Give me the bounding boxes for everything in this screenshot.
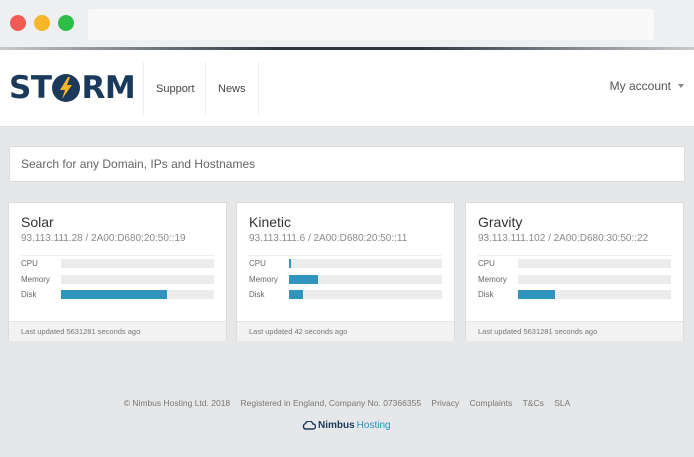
usage-bar	[61, 290, 214, 300]
server-card[interactable]: Kinetic93.113.111.6 / 2A00:D680:20:50::1…	[236, 202, 455, 341]
server-name: Solar	[21, 214, 54, 230]
server-ip-addresses: 93.113.111.6 / 2A00:D680:20:50::11	[249, 233, 442, 256]
search-placeholder: Search for any Domain, IPs and Hostnames	[21, 157, 256, 171]
maximize-window-button[interactable]	[58, 15, 74, 31]
nimbus-hosting-logo[interactable]: Nimbus Hosting	[302, 420, 391, 431]
metric-label: Disk	[478, 290, 494, 300]
address-bar[interactable]	[88, 9, 654, 40]
metric-row: Disk	[478, 287, 671, 303]
usage-bar	[518, 274, 671, 284]
close-window-button[interactable]	[10, 15, 26, 31]
lightning-bolt-icon	[52, 74, 81, 102]
metric-label: Memory	[21, 274, 50, 284]
metric-row: CPU	[478, 256, 671, 272]
usage-bar	[518, 290, 671, 300]
chevron-down-icon	[678, 84, 684, 88]
metric-row: Disk	[21, 287, 214, 303]
cloud-icon	[302, 421, 316, 430]
server-card[interactable]: Solar93.113.111.28 / 2A00:D680:20:50::19…	[8, 202, 227, 341]
account-label: My account	[609, 79, 671, 93]
server-ip-addresses: 93.113.111.102 / 2A00:D680:30:50::22	[478, 233, 671, 256]
metric-label: Disk	[249, 290, 265, 300]
footer-links: © Nimbus Hosting Ltd. 2018 Registered in…	[0, 398, 694, 408]
usage-bar	[61, 274, 214, 284]
nav-support-link[interactable]: Support	[143, 62, 207, 115]
usage-bar	[289, 290, 442, 300]
last-updated-text: Last updated 42 seconds ago	[237, 321, 454, 341]
browser-chrome	[0, 0, 694, 47]
usage-bar-fill	[289, 290, 303, 300]
last-updated-text: Last updated 5631281 seconds ago	[466, 321, 683, 341]
metric-label: Memory	[478, 274, 507, 284]
server-name: Gravity	[478, 214, 523, 230]
usage-bar-fill	[61, 290, 167, 300]
footer-link-complaints[interactable]: Complaints	[470, 398, 513, 408]
metric-label: Disk	[21, 290, 37, 300]
usage-bar	[61, 259, 214, 269]
metric-row: Memory	[249, 272, 442, 288]
storm-logo[interactable]: ST RM	[9, 70, 136, 106]
metric-row: Disk	[249, 287, 442, 303]
minimize-window-button[interactable]	[34, 15, 50, 31]
metric-row: Memory	[478, 272, 671, 288]
usage-bar-fill	[289, 259, 292, 269]
metric-row: Memory	[21, 272, 214, 288]
brand-name-a: Nimbus	[318, 420, 355, 431]
usage-bar	[289, 259, 442, 269]
metric-label: CPU	[21, 259, 38, 269]
usage-bar-fill	[518, 290, 555, 300]
metric-label: Memory	[249, 274, 278, 284]
server-name: Kinetic	[249, 214, 292, 230]
copyright-text: © Nimbus Hosting Ltd. 2018	[123, 398, 231, 408]
usage-bar	[518, 259, 671, 269]
footer-link-sla[interactable]: SLA	[554, 398, 570, 408]
metric-row: CPU	[21, 256, 214, 272]
registration-text: Registered in England, Company No. 07366…	[240, 398, 422, 408]
footer-link-tcs[interactable]: T&Cs	[523, 398, 544, 408]
nav-news-link[interactable]: News	[205, 62, 259, 115]
server-ip-addresses: 93.113.111.28 / 2A00:D680:20:50::19	[21, 233, 214, 256]
logo-text-right: RM	[81, 70, 136, 106]
usage-bar-fill	[289, 274, 319, 284]
site-header: ST RM Support News My account	[0, 50, 694, 127]
metric-row: CPU	[249, 256, 442, 272]
footer-link-privacy[interactable]: Privacy	[431, 398, 459, 408]
metric-label: CPU	[478, 259, 495, 269]
server-card[interactable]: Gravity 93.113.111.102 / 2A00:D680:30:50:…	[465, 202, 684, 341]
logo-text-left: ST	[9, 70, 52, 106]
search-input[interactable]: Search for any Domain, IPs and Hostnames	[9, 146, 685, 182]
metric-label: CPU	[249, 259, 266, 269]
usage-bar	[289, 274, 442, 284]
last-updated-text: Last updated 5631281 seconds ago	[9, 321, 226, 341]
brand-name-b: Hosting	[356, 420, 391, 431]
my-account-menu[interactable]: My account	[610, 79, 684, 93]
